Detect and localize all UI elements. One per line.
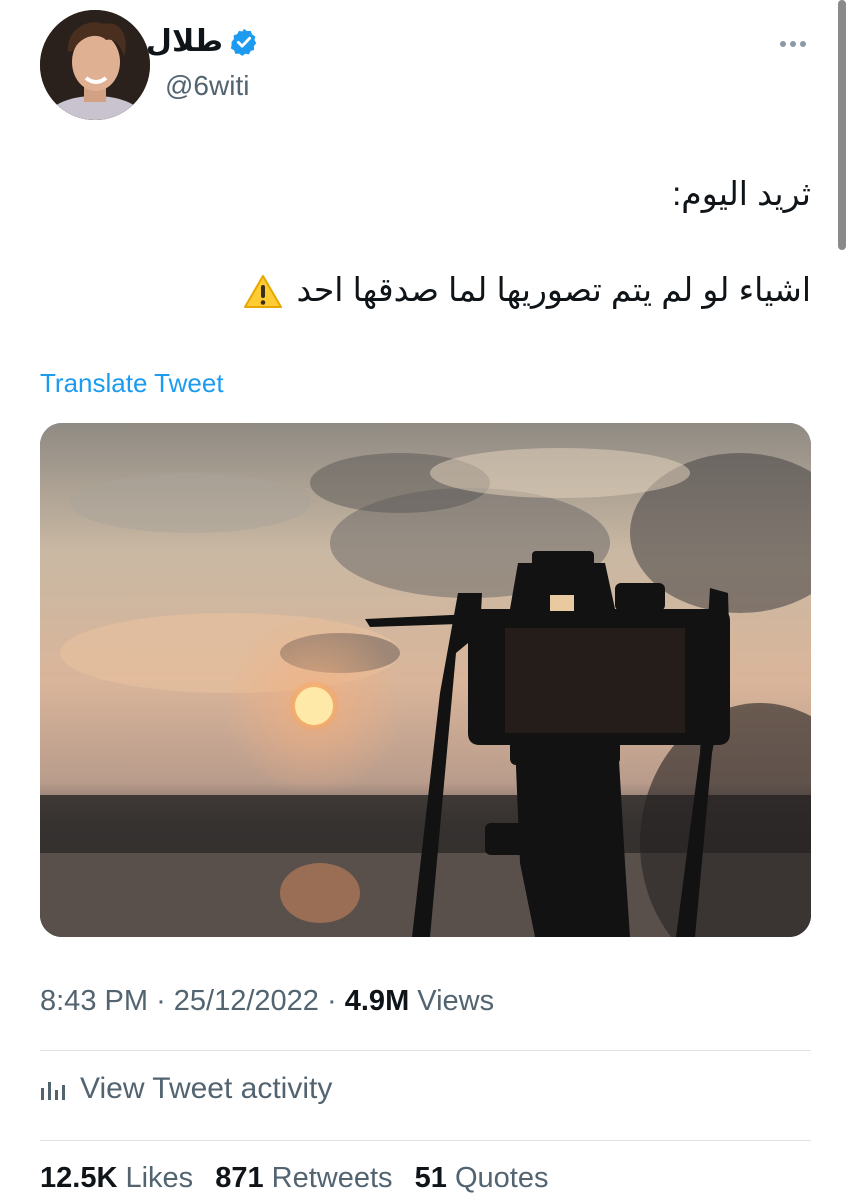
- more-dot: [800, 41, 806, 47]
- verified-badge-icon: [230, 28, 257, 56]
- translate-tweet-link[interactable]: Translate Tweet: [40, 368, 224, 399]
- divider: [40, 1140, 811, 1141]
- more-dot: [780, 41, 786, 47]
- views-label: Views: [417, 985, 495, 1017]
- warning-icon: [244, 275, 283, 309]
- tweet-line-2-text: اشياء لو لم يتم تصوريها لما صدقها احد: [296, 271, 811, 308]
- sunset-camera-photo: [40, 423, 811, 937]
- author-handle[interactable]: @6witi: [165, 70, 249, 102]
- quotes-label: Quotes: [454, 1162, 549, 1194]
- likes-stat[interactable]: 12.5K Likes: [40, 1162, 193, 1194]
- bar-chart-icon: [41, 1082, 65, 1100]
- avatar-photo: [40, 10, 150, 120]
- retweets-stat[interactable]: 871 Retweets: [215, 1162, 392, 1194]
- view-tweet-activity-button[interactable]: View Tweet activity: [40, 1072, 332, 1106]
- views-count: 4.9M: [344, 985, 410, 1017]
- quotes-count: 51: [414, 1162, 447, 1194]
- tweet-stats: 12.5K Likes 871 Retweets 51 Quotes: [40, 1162, 548, 1195]
- more-dot: [790, 41, 796, 47]
- tweet-date[interactable]: 25/12/2022: [174, 985, 319, 1017]
- likes-label: Likes: [125, 1162, 194, 1194]
- scrollbar[interactable]: [838, 0, 846, 250]
- tweet-line-2: اشياء لو لم يتم تصوريها لما صدقها احد: [111, 268, 811, 312]
- tweet-media-photo[interactable]: [40, 423, 811, 937]
- retweets-label: Retweets: [271, 1162, 393, 1194]
- display-name-text: طلال: [145, 25, 223, 58]
- author-display-name[interactable]: طلال: [146, 24, 259, 59]
- tweet-timestamp-views: 8:43 PM · 25/12/2022 · 4.9M Views: [40, 985, 494, 1018]
- tweet-time[interactable]: 8:43 PM: [40, 985, 148, 1017]
- meta-separator: ·: [327, 985, 337, 1017]
- more-options-icon[interactable]: [776, 30, 810, 58]
- view-tweet-activity-label: View Tweet activity: [80, 1072, 333, 1105]
- retweets-count: 871: [215, 1162, 264, 1194]
- tweet-text: ثريد اليوم: اشياء لو لم يتم تصوريها لما …: [111, 172, 811, 312]
- divider: [40, 1050, 811, 1051]
- tweet-line-1: ثريد اليوم:: [672, 175, 811, 212]
- likes-count: 12.5K: [40, 1162, 118, 1194]
- quotes-stat[interactable]: 51 Quotes: [415, 1162, 549, 1194]
- meta-separator: ·: [156, 985, 166, 1017]
- avatar[interactable]: [40, 10, 150, 120]
